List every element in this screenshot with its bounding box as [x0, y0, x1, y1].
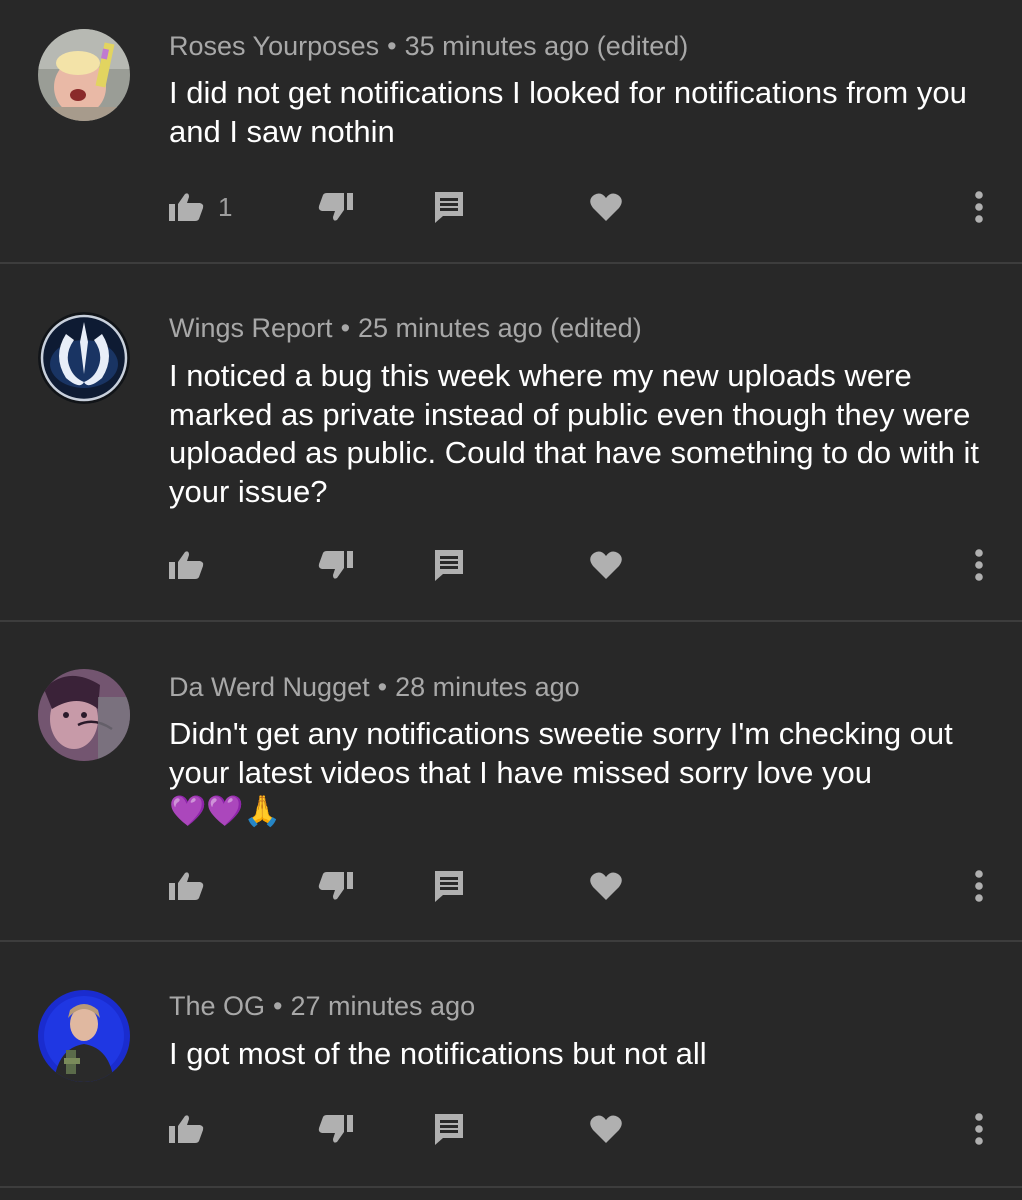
comment-meta: Da Werd Nugget • 28 minutes ago [169, 671, 580, 703]
reply-button[interactable] [433, 187, 465, 227]
heart-button[interactable] [589, 1109, 623, 1149]
author-name[interactable]: The OG [169, 991, 265, 1021]
like-button[interactable] [168, 866, 218, 906]
author-name[interactable]: Roses Yourposes [169, 31, 379, 61]
comment-meta: Roses Yourposes • 35 minutes ago (edited) [169, 30, 688, 62]
reply-button[interactable] [433, 866, 465, 906]
author-name[interactable]: Wings Report [169, 313, 333, 343]
reply-comment-icon [435, 871, 463, 902]
more-options-button[interactable] [972, 1109, 986, 1149]
comment-actions [0, 545, 1022, 585]
comment-actions [0, 1109, 1022, 1149]
separator-dot: • [377, 672, 388, 702]
comment-item: The OG • 27 minutes ago I got most of the … [0, 942, 1022, 1186]
reply-button[interactable] [433, 545, 465, 585]
comment-actions [0, 866, 1022, 906]
more-options-button[interactable] [972, 187, 986, 227]
reply-comment-icon [435, 550, 463, 581]
heart-button[interactable] [589, 866, 623, 906]
avatar[interactable] [38, 990, 130, 1082]
comment-timestamp[interactable]: 35 minutes ago (edited) [405, 31, 689, 61]
comment-meta: Wings Report • 25 minutes ago (edited) [169, 312, 642, 344]
thumbs-up-icon [169, 193, 204, 221]
like-button[interactable] [168, 545, 218, 585]
reply-comment-icon [435, 192, 463, 223]
thumbs-down-icon [318, 1115, 353, 1143]
dislike-button[interactable] [318, 545, 354, 585]
comment-timestamp[interactable]: 25 minutes ago (edited) [358, 313, 642, 343]
heart-icon [590, 1115, 622, 1143]
thumbs-down-icon [318, 551, 353, 579]
comment-actions: 1 [0, 187, 1022, 227]
heart-icon [590, 551, 622, 579]
more-options-button[interactable] [972, 545, 986, 585]
thumbs-down-icon [318, 193, 353, 221]
heart-button[interactable] [589, 187, 623, 227]
comment-meta: The OG • 27 minutes ago [169, 990, 475, 1022]
user-photo-avatar-icon [38, 669, 130, 761]
folded-hands-emoji: 🙏 [243, 795, 282, 828]
avatar[interactable] [38, 29, 130, 121]
comment-timestamp[interactable]: 27 minutes ago [290, 991, 475, 1021]
reply-comment-icon [435, 1114, 463, 1145]
heart-icon [590, 872, 622, 900]
purple-heart-emoji: 💜 [169, 795, 207, 828]
user-photo-avatar-icon [38, 29, 130, 121]
comment-text-content: Didn't get any notifications sweetie sor… [169, 716, 953, 790]
heart-icon [590, 193, 622, 221]
purple-heart-emoji: 💜 [206, 795, 244, 828]
comment-text: Didn't get any notifications sweetie sor… [169, 715, 999, 832]
avatar[interactable] [38, 669, 130, 761]
more-vert-icon [975, 549, 983, 581]
user-photo-avatar-icon [38, 990, 130, 1082]
separator-dot: • [387, 31, 397, 61]
comment-text: I noticed a bug this week where my new u… [169, 358, 979, 509]
like-count: 1 [218, 191, 233, 222]
comment-divider [0, 1186, 1022, 1188]
like-button[interactable]: 1 [168, 187, 232, 227]
comment-item: Da Werd Nugget • 28 minutes ago Didn't get… [0, 622, 1022, 940]
thumbs-up-icon [169, 551, 204, 579]
comment-item: Wings Report • 25 minutes ago (edited) I n… [0, 264, 1022, 620]
reply-button[interactable] [433, 1109, 465, 1149]
thumbs-up-icon [169, 872, 204, 900]
comment-item: Roses Yourposes • 35 minutes ago (edited) … [0, 0, 1022, 262]
more-vert-icon [975, 1113, 983, 1145]
like-button[interactable] [168, 1109, 218, 1149]
dislike-button[interactable] [318, 187, 354, 227]
more-vert-icon [975, 191, 983, 223]
comment-text: I got most of the notifications but not … [169, 1036, 707, 1071]
rebel-alliance-avatar-icon [38, 312, 130, 404]
more-options-button[interactable] [972, 866, 986, 906]
heart-button[interactable] [589, 545, 623, 585]
dislike-button[interactable] [318, 1109, 354, 1149]
thumbs-down-icon [318, 872, 353, 900]
comment-timestamp[interactable]: 28 minutes ago [395, 672, 580, 702]
separator-dot: • [340, 313, 351, 343]
author-name[interactable]: Da Werd Nugget [169, 672, 370, 702]
thumbs-up-icon [169, 1115, 204, 1143]
avatar[interactable] [38, 312, 130, 404]
more-vert-icon [975, 870, 983, 902]
comment-text: I did not get notifications I looked for… [169, 75, 967, 149]
dislike-button[interactable] [318, 866, 354, 906]
separator-dot: • [273, 991, 283, 1021]
